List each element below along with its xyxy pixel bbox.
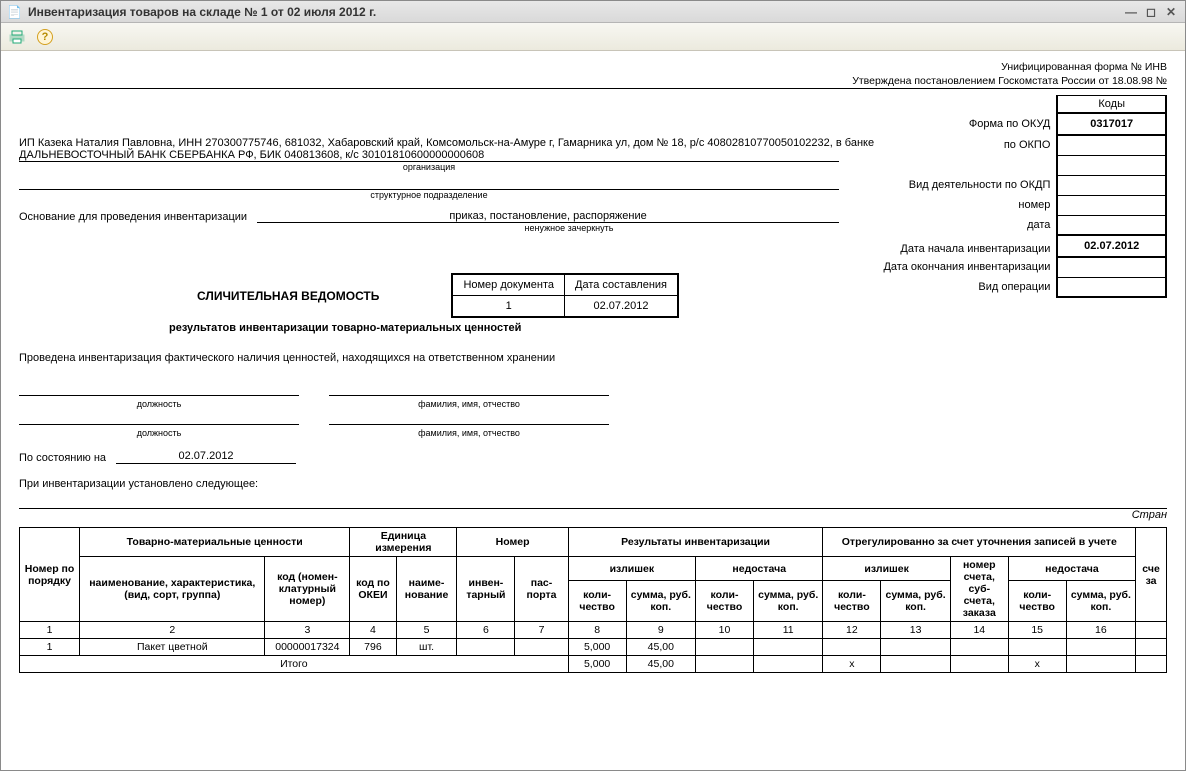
basis-value: приказ, постановление, распоряжение [257, 210, 839, 223]
table-row: 1 Пакет цветной 00000017324 796 шт. 5,00… [20, 639, 1167, 656]
found-text: При инвентаризации установлено следующее… [19, 478, 1167, 490]
status-label: По состоянию на [19, 452, 106, 464]
struct-line [19, 172, 839, 190]
minimize-button[interactable]: — [1123, 5, 1139, 19]
sub-title: результатов инвентаризации товарно-матер… [169, 322, 1167, 334]
page-label: Стран [19, 509, 1167, 521]
toolbar: ? [1, 23, 1185, 51]
title-bar: 📄 Инвентаризация товаров на складе № 1 о… [1, 1, 1185, 23]
window-title: Инвентаризация товаров на складе № 1 от … [28, 5, 376, 19]
codes-header: Коды [1057, 96, 1166, 114]
maximize-button[interactable]: ◻ [1143, 5, 1159, 19]
total-row: Итого 5,000 45,00 x x [20, 656, 1167, 673]
codes-block: Коды Форма по ОКУД0317017 по ОКПО Вид де… [882, 95, 1167, 298]
intro-text: Проведена инвентаризация фактического на… [19, 352, 1167, 364]
print-button[interactable] [7, 27, 27, 47]
org-line-2: ДАЛЬНЕВОСТОЧНЫЙ БАНК СБЕРБАНКА РФ, БИК 0… [19, 149, 839, 162]
org-sublabel: организация [19, 162, 839, 172]
inventory-table: Номер по порядку Товарно-материальные це… [19, 527, 1167, 673]
help-icon: ? [37, 29, 53, 45]
struct-sublabel: структурное подразделение [19, 190, 839, 200]
basis-sublabel: ненужное зачеркнуть [19, 223, 839, 233]
main-title: СЛИЧИТЕЛЬНАЯ ВЕДОМОСТЬ [139, 289, 437, 303]
doc-number-box: Номер документаДата составления 102.07.2… [451, 273, 679, 318]
status-date: 02.07.2012 [116, 450, 296, 464]
printer-icon [9, 29, 25, 45]
doc-icon: 📄 [7, 5, 22, 19]
basis-label: Основание для проведения инвентаризации [19, 211, 257, 223]
document-body: Унифицированная форма № ИНВ Утверждена п… [1, 51, 1185, 770]
help-button[interactable]: ? [35, 27, 55, 47]
col-number-row: 1 2 3 4 5 6 7 8 9 10 11 12 13 14 15 16 [20, 622, 1167, 639]
form-header-1: Унифицированная форма № ИНВ [19, 61, 1167, 73]
form-header-2: Утверждена постановлением Госкомстата Ро… [19, 75, 1167, 89]
close-button[interactable]: ✕ [1163, 5, 1179, 19]
